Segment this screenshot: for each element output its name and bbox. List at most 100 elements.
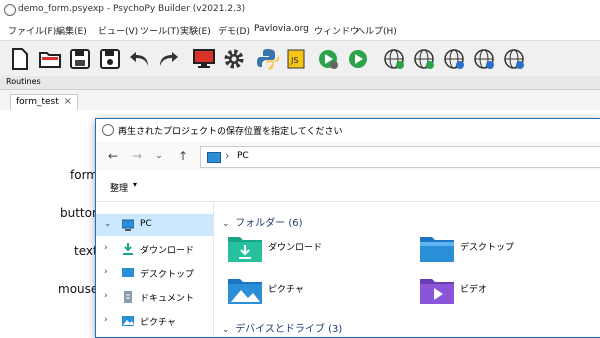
nav-item-desktop[interactable]: › デスクトップ <box>96 262 213 284</box>
chevron-down-icon: ⌄ <box>222 219 230 229</box>
folder-label-videos: ビデオ <box>460 285 488 295</box>
menu-demos[interactable]: デモ(D) <box>218 24 250 37</box>
undo-icon <box>130 52 148 66</box>
save-button[interactable] <box>68 47 92 71</box>
redo-button[interactable] <box>156 47 180 71</box>
menu-help[interactable]: ヘルプ(H) <box>356 24 397 37</box>
group-devices[interactable]: ⌄ デバイスとドライブ (3) <box>222 320 342 335</box>
nav-item-downloads[interactable]: › ダウンロード <box>96 238 213 260</box>
component-mouse[interactable]: mouse <box>58 282 98 296</box>
redo-icon <box>160 52 178 66</box>
pavlovia-browse-button[interactable] <box>412 47 436 71</box>
globe-sync-icon <box>384 49 404 69</box>
menu-file[interactable]: ファイル(F) <box>8 24 56 37</box>
compile-js-button[interactable]: JS <box>284 47 308 71</box>
globe-user-icon <box>444 49 464 69</box>
open-button[interactable] <box>38 47 62 71</box>
folder-open-icon <box>39 52 61 68</box>
chevron-down-icon: ⌄ <box>155 151 163 161</box>
pavlovia-user-button[interactable] <box>442 47 466 71</box>
dialog-nav-row: ← → ⌄ ↑ › PC <box>96 141 600 171</box>
group-folders-label: フォルダー (6) <box>235 218 303 229</box>
videos-folder-icon[interactable] <box>420 276 454 304</box>
desktop-folder-icon[interactable] <box>420 234 454 262</box>
component-button[interactable]: button <box>60 206 100 220</box>
globe-info-icon <box>474 49 494 69</box>
settings-button[interactable] <box>222 47 246 71</box>
picture-icon <box>122 316 134 326</box>
close-icon[interactable]: × <box>64 96 72 107</box>
nav-item-pictures[interactable]: › ピクチャ <box>96 310 213 332</box>
menu-view[interactable]: ビュー(V) <box>98 24 138 37</box>
menu-edit[interactable]: 編集(E) <box>56 24 87 37</box>
caret-down-icon: ▾ <box>133 180 138 189</box>
dialog-title: 再生されたプロジェクトの保存位置を指定してください <box>118 127 343 137</box>
chevron-right-icon[interactable]: › <box>104 267 108 277</box>
component-form[interactable]: form <box>70 168 98 182</box>
menu-window[interactable]: ウィンドウ <box>314 24 359 37</box>
back-button[interactable]: ← <box>104 147 122 165</box>
nav-item-label: ダウンロード <box>140 246 195 256</box>
forward-button[interactable]: → <box>128 147 146 165</box>
chevron-down-icon: ⌄ <box>222 325 230 335</box>
nav-item-label: ドキュメント <box>140 294 195 304</box>
nav-item-label: PC <box>140 219 152 229</box>
javascript-icon: JS <box>287 49 305 69</box>
chevron-right-icon[interactable]: › <box>104 291 108 301</box>
pavlovia-search-button[interactable] <box>502 47 526 71</box>
dialog-command-bar: 整理 ▾ <box>96 171 600 202</box>
nav-item-documents[interactable]: › ドキュメント <box>96 286 213 308</box>
run-button[interactable] <box>346 47 370 71</box>
address-location: PC <box>237 151 249 161</box>
nav-item-label: ピクチャ <box>140 318 176 328</box>
window-title: demo_form.psyexp - PsychoPy Builder (v20… <box>18 4 246 14</box>
menu-pavlovia[interactable]: Pavlovia.org <box>254 24 309 34</box>
download-icon <box>123 243 133 255</box>
pictures-folder-icon[interactable] <box>228 276 262 304</box>
download-folder-icon[interactable] <box>228 234 262 262</box>
run-on-pilot-button[interactable] <box>316 47 340 71</box>
gear-icon <box>224 49 244 69</box>
monitor-icon <box>193 49 215 68</box>
run-pilot-icon <box>319 50 338 69</box>
arrow-right-icon: → <box>131 149 143 163</box>
pc-icon <box>207 152 221 163</box>
folder-label-desktop: デスクトップ <box>460 243 515 253</box>
expand-chevron-icon[interactable]: ⌄ <box>104 219 112 229</box>
monitor-button[interactable] <box>192 47 216 71</box>
group-folders[interactable]: ⌄ フォルダー (6) <box>222 214 303 229</box>
menu-bar: ファイル(F) 編集(E) ビュー(V) ツール(T) 実験(E) デモ(D) … <box>0 20 600 40</box>
pavlovia-info-button[interactable] <box>472 47 496 71</box>
routine-tab-row: form_test × <box>0 90 600 111</box>
menu-experiment[interactable]: 実験(E) <box>180 24 211 37</box>
globe-browse-icon <box>414 49 434 69</box>
save-project-dialog: 再生されたプロジェクトの保存位置を指定してください ← → ⌄ ↑ › PC 整… <box>95 118 600 338</box>
tab-label: form_test <box>16 97 59 107</box>
chevron-right-icon[interactable]: › <box>104 243 108 253</box>
folder-label-pictures: ピクチャ <box>268 285 304 295</box>
window-titlebar: demo_form.psyexp - PsychoPy Builder (v20… <box>0 0 600 20</box>
tab-form-test[interactable]: form_test × <box>10 94 78 111</box>
up-button[interactable]: ↑ <box>174 147 192 165</box>
save-as-icon <box>100 49 120 69</box>
save-icon <box>70 49 90 69</box>
chevron-right-icon[interactable]: › <box>104 315 108 325</box>
python-icon <box>257 49 279 70</box>
menu-tools[interactable]: ツール(T) <box>140 24 180 37</box>
new-file-button[interactable] <box>8 47 32 71</box>
arrow-left-icon: ← <box>107 149 119 163</box>
organize-button[interactable]: 整理 <box>110 181 128 194</box>
routines-panel-header: Routines <box>0 76 600 90</box>
new-file-icon <box>12 48 28 70</box>
undo-button[interactable] <box>128 47 152 71</box>
pc-icon <box>122 219 134 231</box>
history-button[interactable]: ⌄ <box>150 147 168 165</box>
folder-label-downloads: ダウンロード <box>268 243 323 253</box>
save-as-button[interactable] <box>98 47 122 71</box>
address-bar[interactable]: › PC <box>200 146 600 168</box>
compile-python-button[interactable] <box>256 47 280 71</box>
psychopy-app-icon <box>4 4 16 16</box>
folder-content: ⌄ フォルダー (6) ダウンロード デスクトップ ピクチャ ビデオ ⌄ デバイ… <box>214 202 600 337</box>
pavlovia-sync-button[interactable] <box>382 47 406 71</box>
nav-item-pc[interactable]: ⌄ PC <box>96 214 213 236</box>
